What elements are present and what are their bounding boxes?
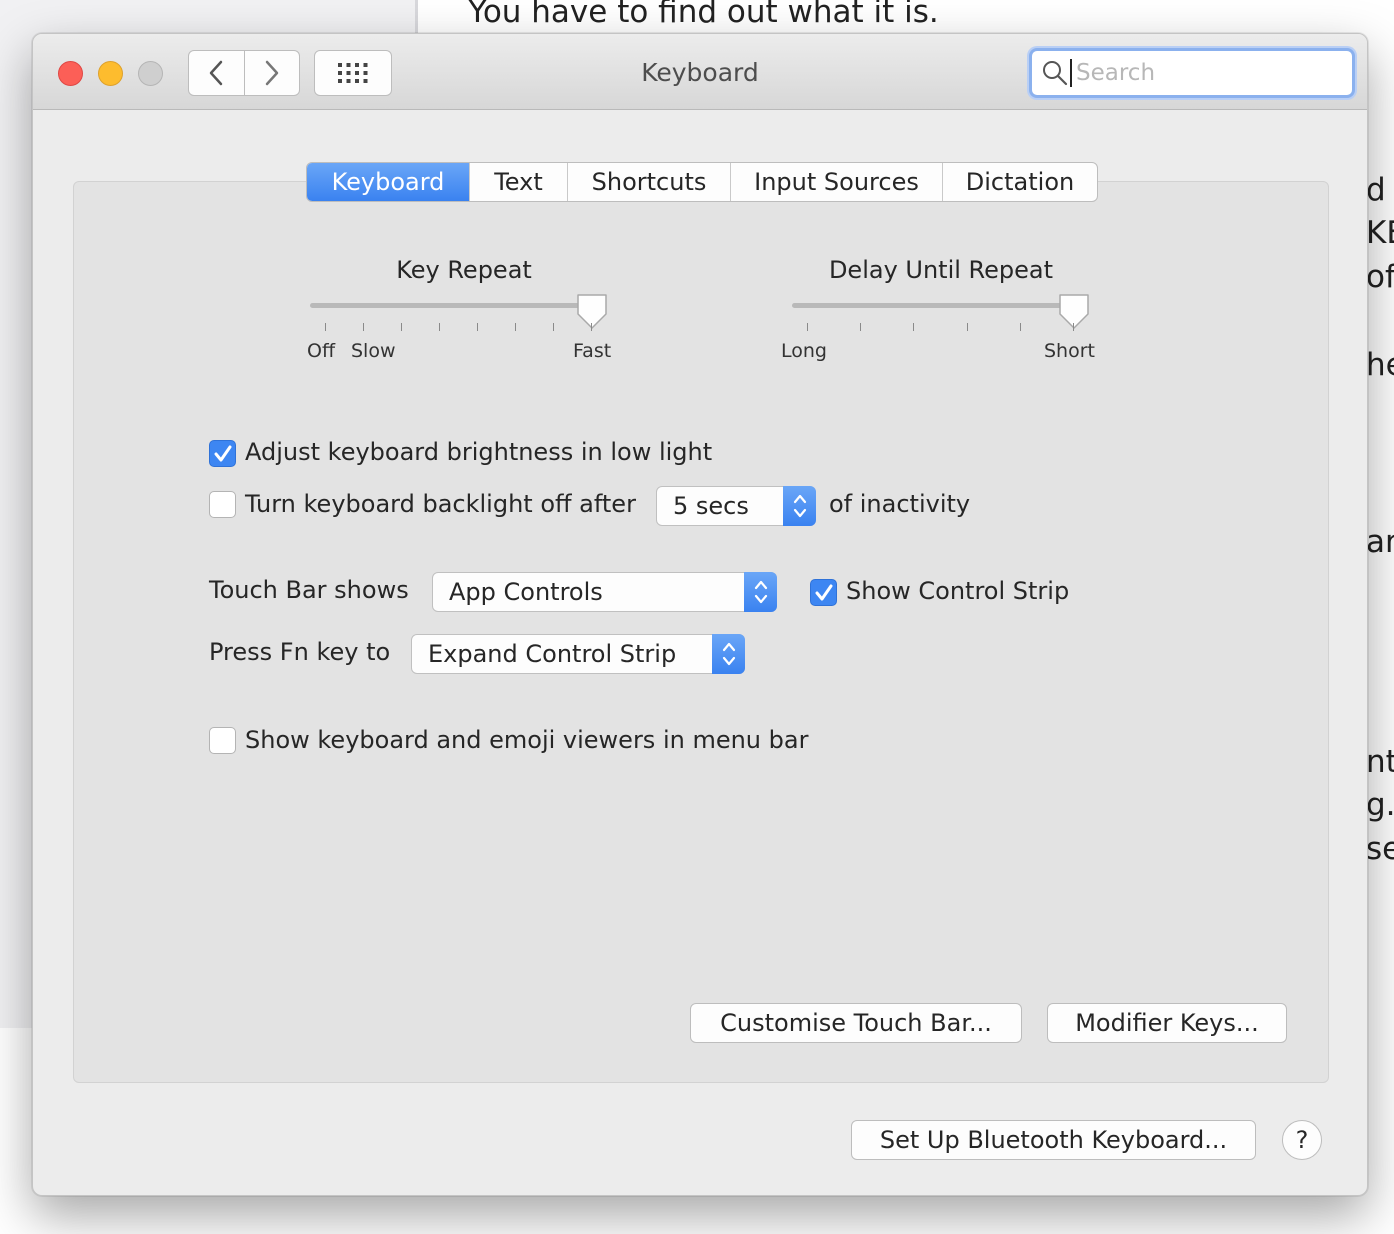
background-fragment: KE (1366, 215, 1394, 251)
inactivity-suffix-label: of inactivity (829, 490, 971, 518)
updown-arrows-icon (783, 486, 816, 526)
adjust-brightness-label[interactable]: Adjust keyboard brightness in low light (245, 438, 712, 466)
backlight-off-checkbox[interactable] (209, 491, 236, 518)
key-repeat-thumb[interactable] (575, 292, 609, 332)
delay-until-repeat-thumb[interactable] (1057, 292, 1091, 332)
background-fragment: nt (1366, 744, 1394, 780)
show-control-strip-label[interactable]: Show Control Strip (846, 577, 1069, 605)
press-fn-key-label: Press Fn key to (209, 638, 391, 666)
backlight-timeout-popup[interactable]: 5 secs (656, 486, 816, 526)
background-fragment: d (1366, 172, 1386, 208)
show-control-strip-checkbox[interactable] (810, 579, 837, 606)
background-fragment: ar (1366, 524, 1394, 560)
adjust-brightness-checkbox[interactable] (209, 440, 236, 467)
tab-input-sources[interactable]: Input Sources (730, 163, 942, 201)
key-repeat-tick (325, 323, 326, 331)
background-fragment: se (1366, 831, 1394, 867)
touch-bar-shows-label: Touch Bar shows (209, 576, 409, 604)
updown-arrows-icon (712, 634, 745, 674)
key-repeat-tick (439, 323, 440, 331)
tab-content-panel (73, 181, 1329, 1083)
title-bar: Keyboard (33, 34, 1367, 110)
key-repeat-label-fast: Fast (573, 340, 612, 362)
checkmark-icon (214, 445, 232, 462)
backlight-off-label[interactable]: Turn keyboard backlight off after (245, 490, 636, 518)
background-fragment: he (1366, 347, 1394, 383)
checkmark-icon (815, 584, 833, 601)
delay-tick (860, 323, 861, 331)
key-repeat-tick (553, 323, 554, 331)
search-icon (1043, 61, 1068, 86)
key-repeat-slider-group: Key Repeat Off Slow Fast (307, 256, 619, 376)
key-repeat-tick (515, 323, 516, 331)
delay-label-short: Short (1044, 340, 1095, 362)
delay-until-repeat-slider-group: Delay Until Repeat Long Short (781, 256, 1095, 376)
key-repeat-track[interactable] (310, 303, 602, 308)
help-button[interactable]: ? (1282, 1120, 1322, 1160)
delay-tick (967, 323, 968, 331)
search-field[interactable] (1029, 48, 1355, 98)
touch-bar-shows-popup[interactable]: App Controls (432, 572, 777, 612)
key-repeat-tick (401, 323, 402, 331)
key-repeat-label-off: Off (307, 340, 336, 362)
key-repeat-tick (477, 323, 478, 331)
delay-tick (913, 323, 914, 331)
backlight-timeout-value: 5 secs (673, 492, 749, 520)
key-repeat-label-slow: Slow (351, 340, 396, 362)
key-repeat-title: Key Repeat (396, 256, 532, 284)
background-document-text: You have to find out what it is. (468, 0, 939, 30)
delay-tick (1073, 323, 1074, 331)
press-fn-key-value: Expand Control Strip (428, 640, 677, 668)
text-caret (1070, 59, 1072, 87)
search-input[interactable] (1076, 60, 1336, 86)
show-viewers-label[interactable]: Show keyboard and emoji viewers in menu … (245, 726, 808, 754)
delay-until-repeat-track[interactable] (792, 303, 1084, 308)
keyboard-preferences-window: Keyboard Keyboard Text Shortcuts Input S… (32, 33, 1368, 1196)
updown-arrows-icon (744, 572, 777, 612)
tab-dictation[interactable]: Dictation (942, 163, 1097, 201)
delay-until-repeat-title: Delay Until Repeat (828, 256, 1054, 284)
touch-bar-shows-value: App Controls (449, 578, 603, 606)
delay-tick (1020, 323, 1021, 331)
press-fn-key-popup[interactable]: Expand Control Strip (411, 634, 745, 674)
show-viewers-checkbox[interactable] (209, 727, 236, 754)
delay-label-long: Long (781, 340, 827, 362)
tab-shortcuts[interactable]: Shortcuts (567, 163, 730, 201)
background-right-text: d KE of he ar nt g. se (1366, 0, 1394, 1234)
modifier-keys-button[interactable]: Modifier Keys... (1047, 1003, 1287, 1043)
tab-bar: Keyboard Text Shortcuts Input Sources Di… (306, 162, 1098, 202)
customise-touch-bar-button[interactable]: Customise Touch Bar... (690, 1003, 1022, 1043)
background-fragment: of (1366, 259, 1394, 295)
key-repeat-tick (363, 323, 364, 331)
tab-text[interactable]: Text (469, 163, 567, 201)
background-fragment: g. (1366, 787, 1394, 823)
key-repeat-tick (591, 323, 592, 331)
tab-keyboard[interactable]: Keyboard (307, 163, 469, 201)
delay-tick (807, 323, 808, 331)
set-up-bluetooth-keyboard-button[interactable]: Set Up Bluetooth Keyboard... (851, 1120, 1256, 1160)
